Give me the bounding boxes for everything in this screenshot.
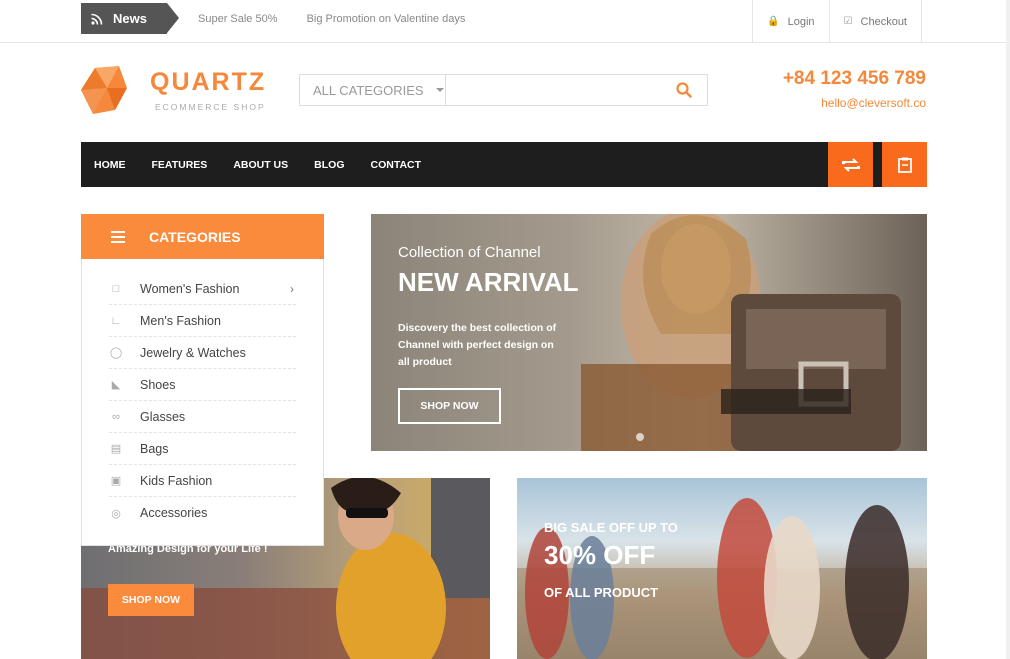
news-tag: News [81, 3, 179, 34]
category-item-shoes[interactable]: ◣ Shoes [109, 369, 296, 401]
brand-name[interactable]: QUARTZ [150, 68, 266, 97]
menu-icon [111, 228, 125, 246]
category-select-label: ALL CATEGORIES [313, 82, 424, 98]
nav-contact[interactable]: CONTACT [371, 159, 422, 171]
category-label: Shoes [140, 377, 176, 392]
category-label: Jewelry & Watches [140, 345, 246, 360]
nav-about-us[interactable]: ABOUT US [233, 159, 288, 171]
categories-menu: CATEGORIES □ Women's Fashion › ∟ Men's Fash… [81, 214, 324, 546]
category-item-womens-fashion[interactable]: □ Women's Fashion › [109, 273, 296, 305]
category-label: Glasses [140, 409, 186, 424]
category-label: Men's Fashion [140, 313, 221, 328]
news-label: News [113, 11, 147, 26]
main-nav: HOME FEATURES ABOUT US BLOG CONTACT [81, 142, 927, 187]
lock-icon: 🔒 [767, 16, 780, 27]
checkout-link[interactable]: ☑ Checkout [828, 0, 922, 43]
shirt-icon: □ [112, 282, 120, 295]
login-link[interactable]: 🔒 Login [752, 0, 828, 43]
watch-icon: ◯ [109, 347, 123, 359]
ball-icon: ◎ [111, 507, 121, 520]
brand-tagline: ECOMMERCE SHOP [155, 102, 266, 112]
category-item-accessories[interactable]: ◎ Accessories [109, 497, 296, 529]
category-item-glasses[interactable]: ∞ Glasses [109, 401, 296, 433]
category-label: Women's Fashion [140, 281, 240, 296]
email-address[interactable]: hello@cleversoft.co [821, 96, 926, 110]
category-item-kids-fashion[interactable]: ▣ Kids Fashion [109, 465, 296, 497]
search-bar: ALL CATEGORIES [299, 74, 708, 106]
promo-banner-right[interactable]: BIG SALE OFF UP TO 30% OFF OF ALL PRODUC… [517, 478, 927, 659]
ticker-item[interactable]: Big Promotion on Valentine days [307, 13, 466, 25]
categories-title: CATEGORIES [149, 228, 241, 245]
category-select[interactable]: ALL CATEGORIES [300, 75, 446, 105]
hero-title: NEW ARRIVAL [398, 267, 579, 297]
kids-shirt-icon: ▣ [110, 475, 122, 487]
shoe-icon: ∟ [110, 314, 122, 327]
compare-button[interactable] [828, 142, 873, 187]
hero-banner[interactable]: Collection of Channel NEW ARRIVAL Discov… [371, 214, 927, 451]
promo-right-discount: 30% OFF [544, 540, 656, 570]
bag-icon: ▤ [110, 443, 122, 455]
category-item-bags[interactable]: ▤ Bags [109, 433, 296, 465]
promo-right-line1: BIG SALE OFF UP TO [544, 520, 678, 535]
search-button[interactable] [661, 75, 707, 105]
page: News Super Sale 50% Big Promotion on Val… [0, 0, 1010, 659]
hero-shop-now-button[interactable]: SHOP NOW [398, 388, 501, 424]
search-icon [676, 82, 692, 98]
page-scrollbar[interactable] [1006, 0, 1010, 659]
category-item-jewelry-watches[interactable]: ◯ Jewelry & Watches [109, 337, 296, 369]
caret-down-icon [435, 88, 444, 92]
nav-home[interactable]: HOME [94, 159, 126, 171]
ticker-item[interactable]: Super Sale 50% [198, 13, 278, 25]
compare-icon [841, 157, 860, 172]
checkbox-icon: ☑ [843, 16, 853, 27]
promo-left-shop-now-button[interactable]: SHOP NOW [108, 584, 194, 616]
category-label: Kids Fashion [140, 473, 213, 488]
nav-features[interactable]: FEATURES [152, 159, 208, 171]
clipboard-icon [897, 157, 912, 173]
nav-blog[interactable]: BLOG [314, 159, 344, 171]
cart-button[interactable] [882, 142, 927, 187]
category-label: Accessories [140, 506, 208, 520]
glasses-icon: ∞ [112, 410, 120, 423]
category-label: Bags [140, 441, 169, 456]
top-bar: News Super Sale 50% Big Promotion on Val… [0, 0, 1006, 43]
news-ticker: Super Sale 50% Big Promotion on Valentin… [198, 13, 490, 25]
hero-subtitle: Collection of Channel [398, 244, 541, 261]
phone-number[interactable]: +84 123 456 789 [783, 68, 926, 90]
categories-header[interactable]: CATEGORIES [81, 214, 324, 259]
checkout-label: Checkout [860, 15, 907, 28]
hero-model-image [581, 214, 901, 451]
login-label: Login [787, 15, 815, 28]
account-links: 🔒 Login ☑ Checkout [752, 0, 922, 43]
logo-icon[interactable] [81, 66, 127, 114]
category-item-mens-fashion[interactable]: ∟ Men's Fashion [109, 305, 296, 337]
search-input[interactable] [446, 75, 661, 105]
hero-description: Discovery the best collection of Channel… [398, 322, 557, 368]
slider-dot[interactable] [636, 433, 644, 441]
chevron-right-icon: › [290, 281, 294, 296]
rss-icon [91, 13, 103, 25]
promo-right-line3: OF ALL PRODUCT [544, 585, 659, 600]
sneaker-icon: ◣ [111, 379, 121, 391]
